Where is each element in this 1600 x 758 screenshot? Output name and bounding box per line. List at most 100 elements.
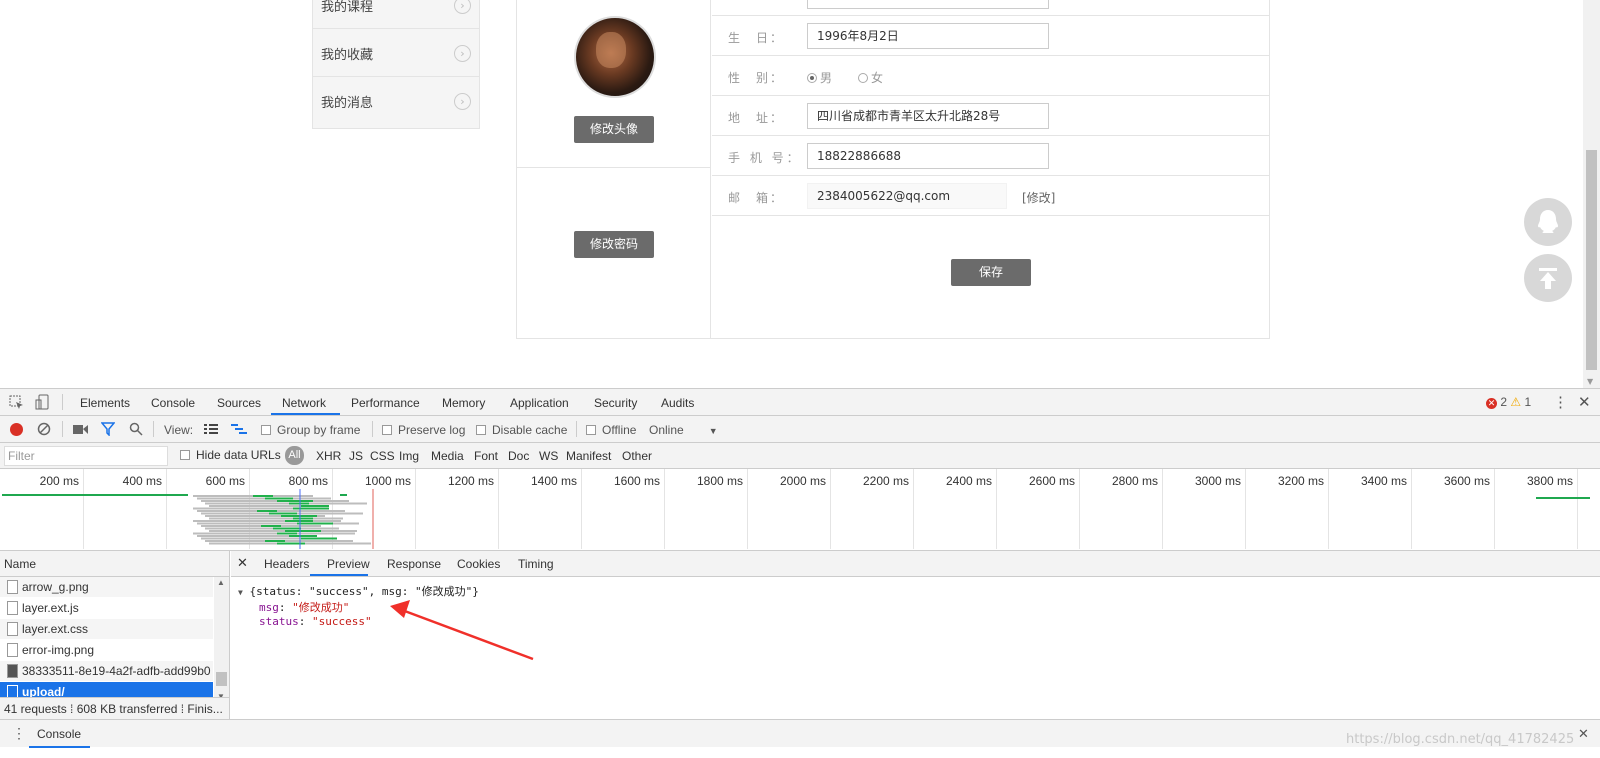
back-to-top-button[interactable] bbox=[1524, 254, 1572, 302]
filter-type-img[interactable]: Img bbox=[399, 449, 419, 463]
name-field[interactable] bbox=[807, 0, 1049, 9]
phone-field[interactable]: 18822886688 bbox=[807, 143, 1049, 169]
request-row[interactable]: arrow_g.png bbox=[0, 577, 213, 597]
watermark: https://blog.csdn.net/qq_41782425 bbox=[1346, 732, 1575, 747]
checkbox-icon bbox=[382, 425, 392, 435]
qq-chat-button[interactable] bbox=[1524, 198, 1572, 246]
filter-type-other[interactable]: Other bbox=[622, 449, 652, 463]
expand-triangle-icon[interactable]: ▼ bbox=[238, 588, 243, 597]
radio-checked-icon bbox=[807, 73, 817, 83]
checkbox-label: Offline bbox=[602, 423, 637, 437]
tab-cookies[interactable]: Cookies bbox=[457, 557, 500, 571]
filter-type-ws[interactable]: WS bbox=[539, 449, 558, 463]
error-count[interactable]: ✕ 2 ⚠ 1 bbox=[1486, 395, 1531, 409]
timeline-bar bbox=[285, 530, 321, 532]
timeline-bar bbox=[205, 502, 367, 505]
timeline-bar bbox=[277, 500, 313, 502]
page-scrollbar[interactable]: ▼ bbox=[1583, 0, 1600, 388]
change-password-button[interactable]: 修改密码 bbox=[574, 231, 654, 258]
network-overview-timeline[interactable]: 200 ms 400 ms 600 ms 800 ms 1000 ms 1200 ms 14… bbox=[0, 469, 1600, 551]
json-key: msg bbox=[259, 601, 279, 614]
throttling-select[interactable]: Online ▼ bbox=[649, 423, 718, 437]
address-label: 地 址： bbox=[728, 111, 785, 125]
close-drawer-icon[interactable]: ✕ bbox=[1578, 726, 1589, 742]
gender-female-radio[interactable]: 女 bbox=[858, 69, 883, 86]
filter-type-doc[interactable]: Doc bbox=[508, 449, 529, 463]
clear-icon[interactable] bbox=[37, 422, 51, 436]
birthday-field[interactable]: 1996年8月2日 bbox=[807, 23, 1049, 49]
filter-type-font[interactable]: Font bbox=[474, 449, 498, 463]
json-preview-root[interactable]: ▼ {status: "success", msg: "修改成功"} bbox=[238, 583, 479, 599]
file-icon bbox=[7, 643, 18, 657]
preserve-log-checkbox[interactable]: Preserve log bbox=[382, 423, 465, 437]
offline-checkbox[interactable]: Offline bbox=[586, 423, 636, 437]
timeline-waterfall bbox=[2, 489, 1590, 549]
close-devtools-icon[interactable]: ✕ bbox=[1578, 393, 1591, 411]
filter-type-all[interactable]: All bbox=[285, 446, 304, 465]
scrollbar-thumb[interactable] bbox=[216, 672, 227, 686]
scroll-up-icon[interactable]: ▲ bbox=[217, 578, 225, 587]
menu-item-courses[interactable]: 我的课程 › bbox=[313, 0, 479, 29]
scroll-down-icon[interactable]: ▼ bbox=[1587, 377, 1593, 386]
more-options-icon[interactable]: ⋮ bbox=[1553, 393, 1568, 411]
menu-item-label: 我的消息 bbox=[321, 96, 374, 111]
record-icon[interactable] bbox=[10, 423, 23, 436]
address-field[interactable]: 四川省成都市青羊区太升北路28号 bbox=[807, 103, 1049, 129]
menu-item-messages[interactable]: 我的消息 › bbox=[313, 77, 479, 125]
filter-type-css[interactable]: CSS bbox=[370, 449, 395, 463]
filter-type-js[interactable]: JS bbox=[349, 449, 363, 463]
request-row[interactable]: layer.ext.css bbox=[0, 619, 213, 639]
tab-security[interactable]: Security bbox=[594, 396, 637, 410]
filter-icon[interactable] bbox=[101, 422, 115, 436]
tab-timing[interactable]: Timing bbox=[518, 557, 554, 571]
filter-type-manifest[interactable]: Manifest bbox=[566, 449, 611, 463]
search-icon[interactable] bbox=[129, 422, 143, 436]
list-view-icon[interactable] bbox=[204, 424, 218, 435]
device-toolbar-icon[interactable] bbox=[35, 394, 50, 410]
filter-type-media[interactable]: Media bbox=[431, 449, 464, 463]
form-row-birthday: 生 日： 1996年8月2日 bbox=[712, 16, 1269, 56]
tab-memory[interactable]: Memory bbox=[442, 396, 485, 410]
disable-cache-checkbox[interactable]: Disable cache bbox=[476, 423, 567, 437]
tab-response[interactable]: Response bbox=[387, 557, 441, 571]
warning-icon: ⚠ bbox=[1510, 395, 1522, 409]
request-row[interactable]: 38333511-8e19-4a2f-adfb-add99b0 bbox=[0, 661, 213, 681]
edit-email-link[interactable]: [修改] bbox=[1022, 189, 1055, 206]
tab-application[interactable]: Application bbox=[510, 396, 569, 410]
tab-network[interactable]: Network bbox=[282, 396, 326, 410]
timeline-bar bbox=[201, 500, 349, 502]
tab-elements[interactable]: Elements bbox=[80, 396, 130, 410]
name-column-header[interactable]: Name bbox=[0, 551, 229, 577]
tab-performance[interactable]: Performance bbox=[351, 396, 420, 410]
tab-sources[interactable]: Sources bbox=[217, 396, 261, 410]
save-button[interactable]: 保存 bbox=[951, 259, 1031, 286]
checkbox-icon bbox=[476, 425, 486, 435]
timeline-bar bbox=[301, 505, 329, 507]
tab-audits[interactable]: Audits bbox=[661, 396, 694, 410]
tab-headers[interactable]: Headers bbox=[264, 557, 309, 571]
filter-type-xhr[interactable]: XHR bbox=[316, 449, 341, 463]
request-row[interactable]: layer.ext.js bbox=[0, 598, 213, 618]
gender-male-radio[interactable]: 男 bbox=[807, 69, 832, 86]
waterfall-view-icon[interactable] bbox=[231, 424, 247, 435]
tab-console[interactable]: Console bbox=[151, 396, 195, 410]
drawer-menu-icon[interactable]: ⋮ bbox=[12, 725, 26, 742]
request-row[interactable]: error-img.png bbox=[0, 640, 213, 660]
form-row-phone: 手 机 号： 18822886688 bbox=[712, 136, 1269, 176]
drawer-tab-console[interactable]: Console bbox=[37, 727, 81, 741]
file-icon bbox=[7, 622, 18, 636]
menu-item-favorites[interactable]: 我的收藏 › bbox=[313, 29, 479, 77]
change-avatar-button[interactable]: 修改头像 bbox=[574, 116, 654, 143]
group-by-frame-checkbox[interactable]: Group by frame bbox=[261, 423, 360, 437]
hide-data-urls-checkbox[interactable]: Hide data URLs bbox=[180, 448, 281, 462]
inspect-element-icon[interactable] bbox=[9, 395, 24, 410]
timeline-bar bbox=[293, 507, 329, 510]
close-detail-icon[interactable]: ✕ bbox=[237, 555, 248, 571]
tab-preview[interactable]: Preview bbox=[327, 557, 370, 571]
request-list-scrollbar[interactable]: ▲ ▼ bbox=[214, 577, 229, 701]
video-camera-icon[interactable] bbox=[73, 424, 89, 435]
filter-input[interactable]: Filter bbox=[4, 446, 168, 466]
checkbox-label: Preserve log bbox=[398, 423, 466, 437]
scrollbar-thumb[interactable] bbox=[1586, 150, 1597, 370]
timeline-bar bbox=[301, 537, 337, 540]
